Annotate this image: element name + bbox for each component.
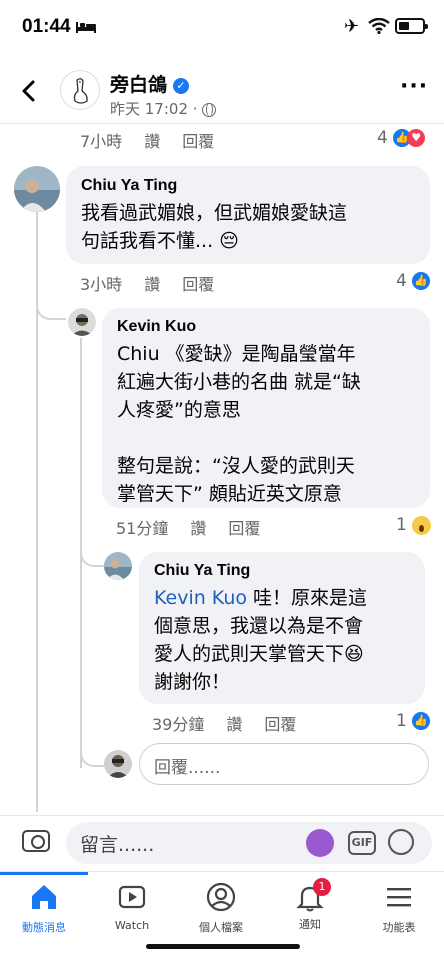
- comment-bubble: Kevin Kuo Chiu 《愛缺》是陶晶瑩當年 紅遍大街小巷的名曲 就是“缺…: [102, 308, 430, 508]
- thread-connector: [36, 294, 66, 320]
- comment-bubble: Chiu Ya Ting Kevin Kuo 哇！原來是這 個意思，我還以為是不…: [139, 552, 425, 704]
- menu-icon: [387, 888, 411, 907]
- reaction-count[interactable]: 1 👍: [396, 711, 431, 731]
- more-options-icon[interactable]: ···: [400, 76, 428, 98]
- comment-author[interactable]: Chiu Ya Ting: [81, 177, 415, 195]
- thread-connector: [80, 745, 104, 767]
- comment-bubble: Chiu Ya Ting 我看過武媚娘，但武媚娘愛缺這 句話我看不懂... 😔: [66, 166, 430, 264]
- airplane-mode-icon: ✈: [344, 16, 360, 37]
- page-name[interactable]: 旁白鴿 ✓: [110, 70, 190, 97]
- home-indicator[interactable]: [146, 944, 300, 949]
- love-reaction-icon: ♥: [407, 129, 426, 147]
- avatar[interactable]: [104, 552, 132, 580]
- post-header: 旁白鴿 ✓ 昨天 17:02 · ···: [0, 56, 444, 124]
- back-arrow-icon[interactable]: [14, 76, 44, 106]
- tab-news-feed[interactable]: 動態消息: [0, 872, 88, 942]
- reply-link[interactable]: 回覆: [228, 519, 260, 538]
- avatar[interactable]: [68, 308, 96, 336]
- avatar[interactable]: [14, 166, 60, 212]
- tab-label: 個人檔案: [199, 921, 243, 934]
- page-avatar[interactable]: [60, 70, 100, 110]
- tab-notifications[interactable]: 1 通知: [266, 872, 354, 942]
- gif-icon[interactable]: GIF: [348, 831, 376, 855]
- post-meta: 昨天 17:02 ·: [110, 98, 216, 119]
- mention-link[interactable]: Kevin Kuo: [154, 587, 247, 609]
- status-time: 01:44: [22, 16, 71, 37]
- camera-icon[interactable]: [22, 830, 50, 852]
- watch-icon: [118, 885, 146, 909]
- comment-placeholder: 留言......: [80, 834, 155, 856]
- like-link[interactable]: 讚: [190, 519, 206, 538]
- comment-author[interactable]: Kevin Kuo: [117, 318, 415, 336]
- reaction-count[interactable]: 4 👍: [396, 271, 431, 291]
- home-icon: [32, 885, 56, 909]
- comment-text: Kevin Kuo 哇！原來是這 個意思，我還以為是不會 愛人的武則天掌管天下😆…: [154, 587, 368, 693]
- comment-meta: 51分鐘讚回覆: [116, 519, 261, 538]
- comment-text: Chiu 《愛缺》是陶晶瑩當年 紅遍大街小巷的名曲 就是“缺 人疼愛”的意思 整…: [117, 343, 361, 505]
- wifi-icon: [368, 18, 390, 34]
- reply-link[interactable]: 回覆: [264, 715, 296, 734]
- comment-composer: 留言...... GIF: [0, 815, 444, 871]
- pigeon-logo-icon: [73, 78, 88, 104]
- battery-icon: [395, 18, 428, 34]
- like-reaction-icon: 👍: [412, 272, 431, 290]
- like-link[interactable]: 讚: [144, 275, 160, 294]
- like-reaction-icon: 👍: [412, 712, 431, 730]
- avatar-sticker-icon[interactable]: [306, 829, 334, 857]
- comment-input[interactable]: 留言...... GIF: [66, 822, 432, 864]
- profile-icon: [206, 882, 236, 912]
- notification-badge: 1: [313, 878, 331, 896]
- emoji-icon[interactable]: [388, 829, 414, 855]
- tab-label: 動態消息: [22, 921, 66, 934]
- comment-meta: 39分鐘讚回覆: [152, 715, 297, 734]
- reply-link[interactable]: 回覆: [182, 132, 214, 151]
- globe-icon: [201, 102, 216, 117]
- status-bar: 01:44 ✈: [0, 0, 444, 56]
- like-link[interactable]: 讚: [226, 715, 242, 734]
- tab-label: Watch: [114, 919, 150, 932]
- reaction-count-top[interactable]: 4 👍 ♥: [377, 128, 426, 148]
- comment-author[interactable]: Chiu Ya Ting: [154, 562, 410, 580]
- comment-meta-top: 7小時讚回覆: [80, 132, 215, 151]
- current-user-avatar: [104, 750, 132, 778]
- tab-menu[interactable]: 功能表: [355, 872, 443, 942]
- tab-profile[interactable]: 個人檔案: [177, 872, 265, 942]
- verified-badge-icon: ✓: [173, 77, 190, 94]
- comment-meta: 3小時讚回覆: [80, 275, 215, 294]
- tab-label: 功能表: [382, 921, 416, 934]
- reply-link[interactable]: 回覆: [182, 275, 214, 294]
- like-link[interactable]: 讚: [144, 132, 160, 151]
- wow-reaction-icon: [412, 515, 432, 535]
- tab-label: 通知: [299, 918, 321, 931]
- comment-text: 我看過武媚娘，但武媚娘愛缺這 句話我看不懂... 😔: [81, 202, 348, 252]
- reaction-count[interactable]: 1: [396, 515, 432, 535]
- thread-connector: [80, 545, 104, 567]
- tab-watch[interactable]: Watch: [88, 872, 176, 942]
- sleep-mode-icon: [76, 22, 96, 33]
- reply-input[interactable]: 回覆......: [139, 743, 429, 785]
